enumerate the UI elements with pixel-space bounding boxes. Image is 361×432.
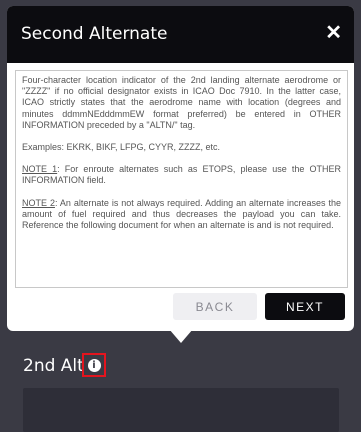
back-button[interactable]: BACK: [173, 293, 257, 320]
modal-title: Second Alternate: [21, 24, 168, 44]
modal-header: Second Alternate ✕: [7, 6, 354, 63]
modal-body: Four-character location indicator of the…: [15, 70, 348, 288]
examples-paragraph: Examples: EKRK, BIKF, LFPG, CYYR, ZZZZ, …: [22, 142, 221, 153]
info-icon: i: [87, 358, 101, 372]
field-label: 2nd Alt: [23, 356, 84, 376]
note-2-label: NOTE 2: [22, 197, 55, 208]
info-button[interactable]: i: [82, 353, 106, 377]
description-paragraph: Four-character location indicator of the…: [22, 75, 341, 130]
close-icon[interactable]: ✕: [325, 23, 342, 43]
note-1-label: NOTE 1: [22, 164, 58, 175]
modal-pointer: [169, 329, 193, 343]
second-alternate-input[interactable]: [23, 388, 339, 432]
note-2: NOTE 2: An alternate is not always requi…: [22, 198, 341, 232]
note-2-text: : An alternate is not always required. A…: [22, 197, 341, 231]
note-1-text: : For enroute alternates such as ETOPS, …: [22, 164, 341, 186]
note-1: NOTE 1: For enroute alternates such as E…: [22, 164, 341, 186]
info-modal: Second Alternate ✕ Four-character locati…: [7, 6, 354, 343]
next-button[interactable]: NEXT: [265, 293, 345, 320]
